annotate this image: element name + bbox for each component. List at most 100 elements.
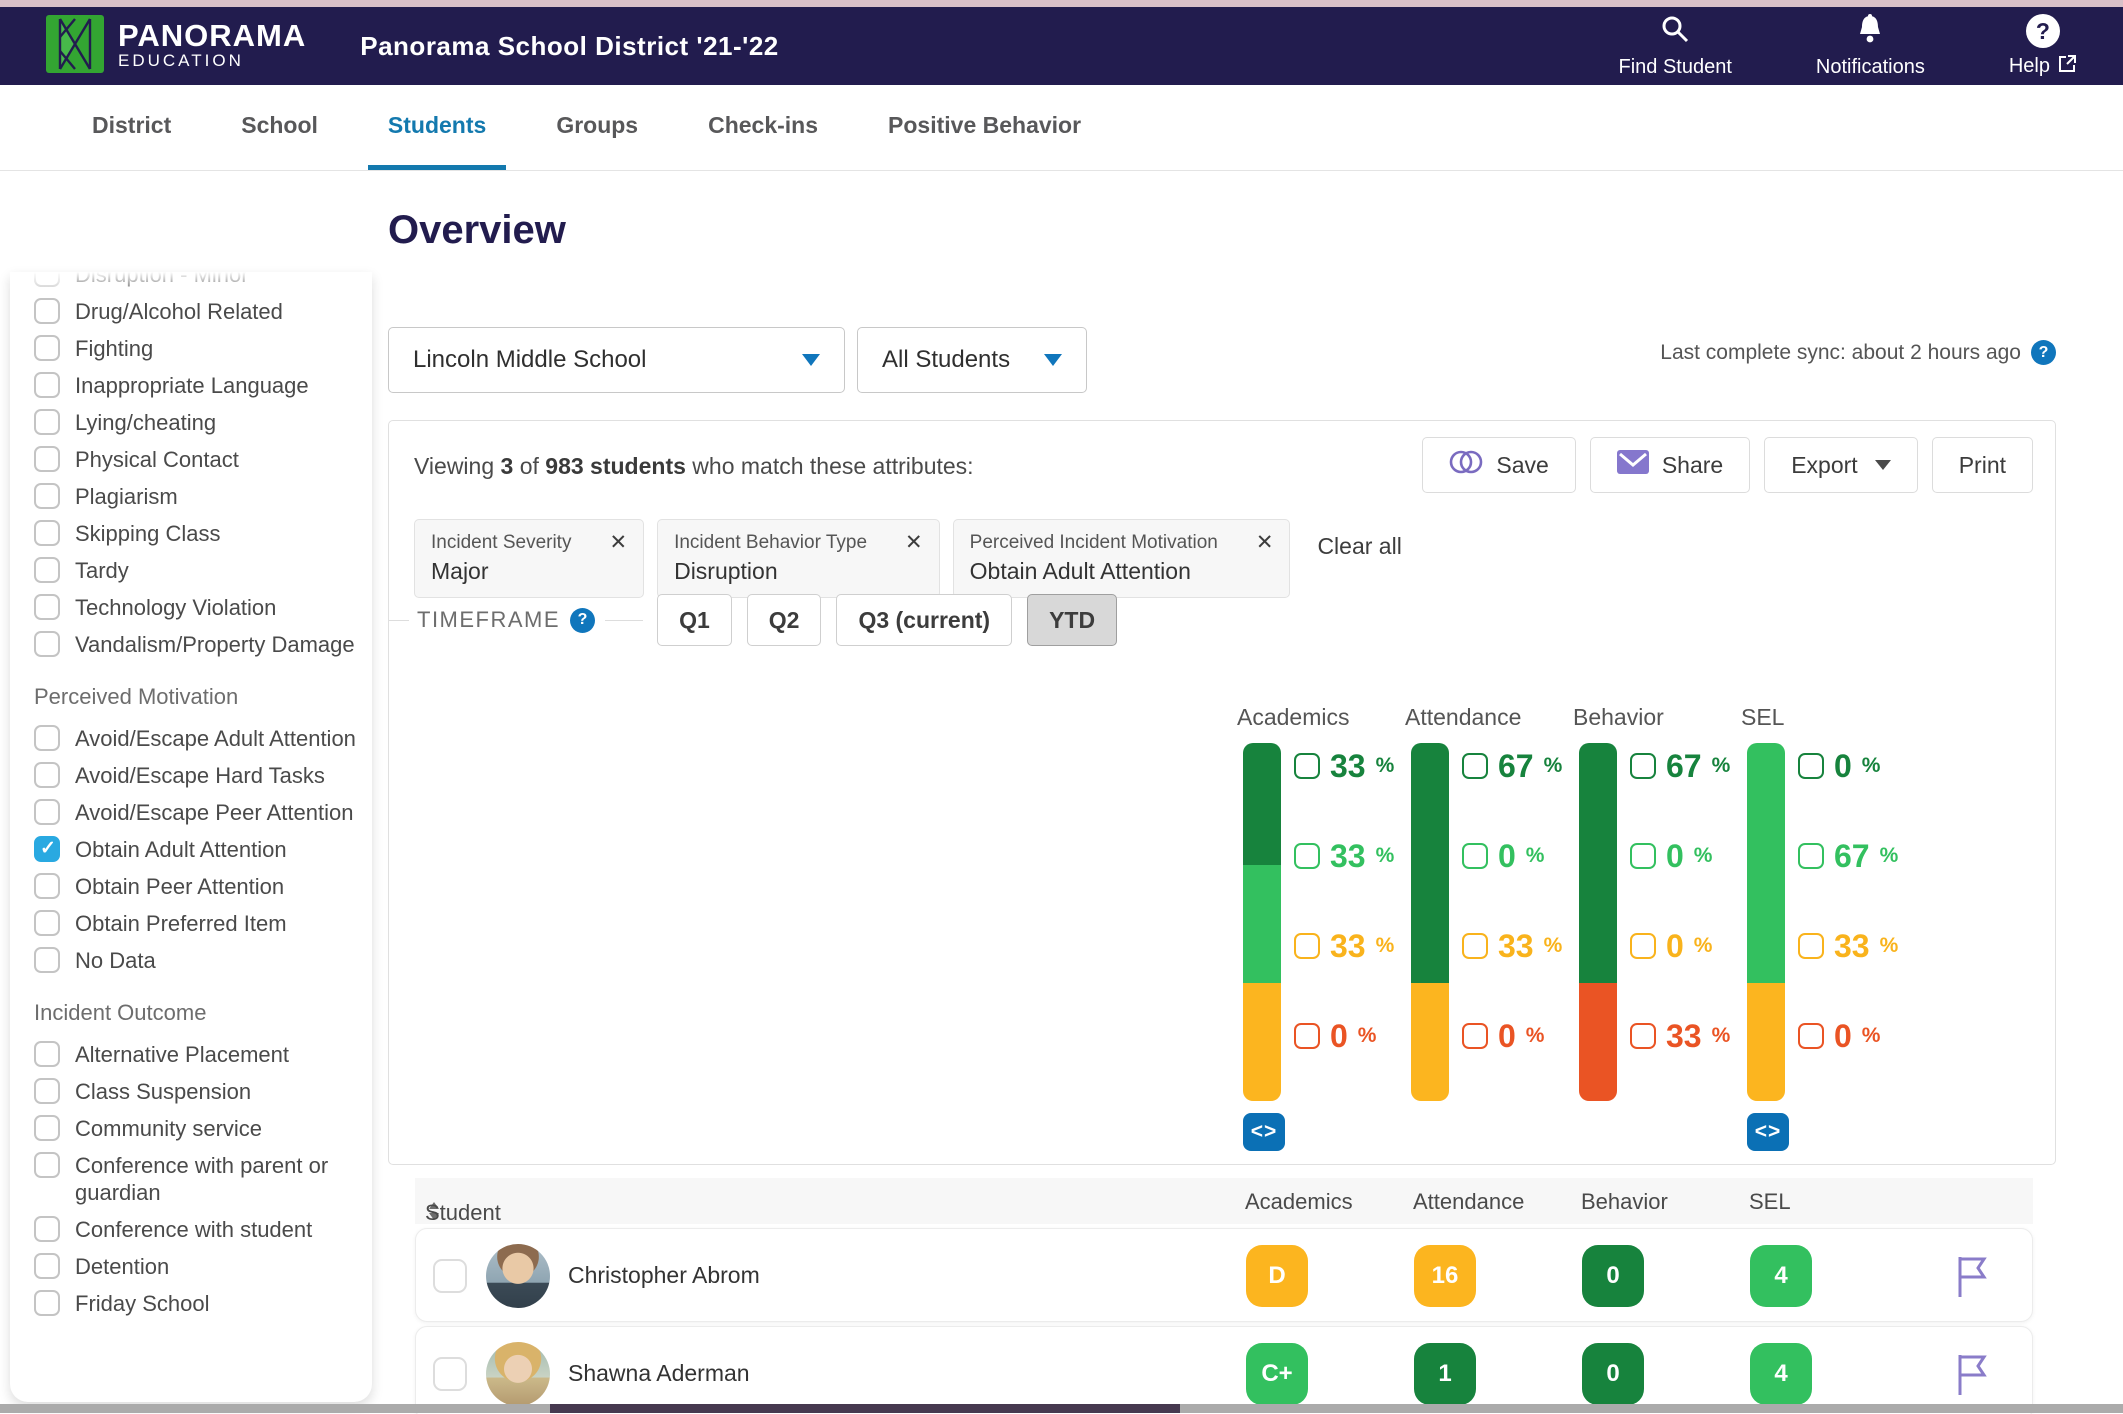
stat-checkbox[interactable] bbox=[1630, 753, 1656, 779]
filter-option-fighting[interactable]: Fighting bbox=[34, 334, 362, 362]
filter-option-inappropriate-language[interactable]: Inappropriate Language bbox=[34, 371, 362, 399]
checkbox[interactable] bbox=[34, 1253, 60, 1279]
clear-all-link[interactable]: Clear all bbox=[1317, 533, 1401, 560]
filter-option-avoid-hard-tasks[interactable]: Avoid/Escape Hard Tasks bbox=[34, 761, 362, 789]
timeframe-q3-button[interactable]: Q3 (current) bbox=[836, 594, 1012, 646]
notifications-button[interactable]: Notifications bbox=[1816, 13, 1925, 79]
tab-positive-behavior[interactable]: Positive Behavior bbox=[868, 85, 1101, 170]
filter-option-vandalism[interactable]: Vandalism/Property Damage bbox=[34, 630, 362, 658]
checkbox[interactable] bbox=[34, 483, 60, 509]
filter-option-detention[interactable]: Detention bbox=[34, 1252, 362, 1280]
checkbox[interactable] bbox=[34, 631, 60, 657]
checkbox[interactable] bbox=[34, 520, 60, 546]
table-row[interactable]: Shawna Aderman C+ 1 0 4 bbox=[415, 1326, 2033, 1414]
remove-chip-icon[interactable]: ✕ bbox=[599, 530, 627, 555]
filter-option-physical-contact[interactable]: Physical Contact bbox=[34, 445, 362, 473]
remove-chip-icon[interactable]: ✕ bbox=[1246, 530, 1274, 555]
checkbox[interactable] bbox=[34, 1216, 60, 1242]
attendance-badge[interactable]: 16 bbox=[1414, 1245, 1476, 1307]
stat-checkbox[interactable] bbox=[1798, 753, 1824, 779]
filter-option-obtain-preferred-item[interactable]: Obtain Preferred Item bbox=[34, 909, 362, 937]
checkbox[interactable] bbox=[34, 298, 60, 324]
horizontal-scrollbar[interactable] bbox=[0, 1404, 2123, 1413]
remove-chip-icon[interactable]: ✕ bbox=[895, 530, 923, 555]
behavior-badge[interactable]: 0 bbox=[1582, 1343, 1644, 1405]
print-button[interactable]: Print bbox=[1932, 437, 2033, 493]
tab-school[interactable]: School bbox=[221, 85, 338, 170]
row-checkbox[interactable] bbox=[433, 1357, 467, 1391]
flag-icon[interactable] bbox=[1956, 1353, 1990, 1402]
checkbox[interactable] bbox=[34, 799, 60, 825]
filter-chip-incident-severity[interactable]: Incident Severity ✕ Major bbox=[414, 519, 644, 598]
checkbox[interactable] bbox=[34, 1041, 60, 1067]
filter-option-skipping-class[interactable]: Skipping Class bbox=[34, 519, 362, 547]
checkbox[interactable] bbox=[34, 446, 60, 472]
timeframe-ytd-button[interactable]: YTD bbox=[1027, 594, 1117, 646]
code-toggle-button[interactable]: <> bbox=[1747, 1113, 1789, 1151]
filter-option-class-suspension[interactable]: Class Suspension bbox=[34, 1077, 362, 1105]
checkbox[interactable] bbox=[34, 557, 60, 583]
filter-option-technology-violation[interactable]: Technology Violation bbox=[34, 593, 362, 621]
stat-checkbox[interactable] bbox=[1462, 843, 1488, 869]
code-toggle-button[interactable]: <> bbox=[1243, 1113, 1285, 1151]
stat-checkbox[interactable] bbox=[1462, 933, 1488, 959]
save-button[interactable]: Save bbox=[1422, 437, 1575, 493]
flag-icon[interactable] bbox=[1956, 1255, 1990, 1304]
stat-checkbox[interactable] bbox=[1798, 933, 1824, 959]
behavior-badge[interactable]: 0 bbox=[1582, 1245, 1644, 1307]
tab-district[interactable]: District bbox=[72, 85, 191, 170]
panorama-logo[interactable]: PANORAMA EDUCATION bbox=[46, 15, 306, 78]
checkbox[interactable] bbox=[34, 594, 60, 620]
tab-students[interactable]: Students bbox=[368, 85, 506, 170]
filter-option-tardy[interactable]: Tardy bbox=[34, 556, 362, 584]
sel-badge[interactable]: 4 bbox=[1750, 1245, 1812, 1307]
tab-groups[interactable]: Groups bbox=[536, 85, 658, 170]
filter-option-obtain-adult-attention[interactable]: Obtain Adult Attention bbox=[34, 835, 362, 863]
checkbox[interactable] bbox=[34, 762, 60, 788]
stat-checkbox[interactable] bbox=[1630, 843, 1656, 869]
table-row[interactable]: Christopher Abrom D 16 0 4 bbox=[415, 1228, 2033, 1322]
checkbox[interactable] bbox=[34, 372, 60, 398]
filter-option-avoid-adult-attention[interactable]: Avoid/Escape Adult Attention bbox=[34, 724, 362, 752]
checkbox-checked[interactable] bbox=[34, 836, 60, 862]
stat-checkbox[interactable] bbox=[1798, 843, 1824, 869]
checkbox[interactable] bbox=[34, 1115, 60, 1141]
school-dropdown[interactable]: Lincoln Middle School bbox=[388, 327, 845, 393]
filter-option-conference-parent[interactable]: Conference with parent or guardian bbox=[34, 1151, 362, 1206]
checkbox[interactable] bbox=[34, 910, 60, 936]
share-button[interactable]: Share bbox=[1590, 437, 1750, 493]
help-button[interactable]: ? Help bbox=[2009, 14, 2077, 79]
scrollbar-thumb[interactable] bbox=[550, 1404, 1180, 1413]
filter-option-obtain-peer-attention[interactable]: Obtain Peer Attention bbox=[34, 872, 362, 900]
stat-checkbox[interactable] bbox=[1462, 1023, 1488, 1049]
sync-help-icon[interactable]: ? bbox=[2031, 340, 2056, 365]
filter-option-alternative-placement[interactable]: Alternative Placement bbox=[34, 1040, 362, 1068]
filter-option-plagiarism[interactable]: Plagiarism bbox=[34, 482, 362, 510]
filter-option-drug-alcohol[interactable]: Drug/Alcohol Related bbox=[34, 297, 362, 325]
checkbox[interactable] bbox=[34, 947, 60, 973]
filter-option-no-data[interactable]: No Data bbox=[34, 946, 362, 974]
filter-chip-incident-behavior-type[interactable]: Incident Behavior Type ✕ Disruption bbox=[657, 519, 940, 598]
checkbox[interactable] bbox=[34, 335, 60, 361]
checkbox[interactable] bbox=[34, 873, 60, 899]
filter-option-community-service[interactable]: Community service bbox=[34, 1114, 362, 1142]
export-button[interactable]: Export bbox=[1764, 437, 1917, 493]
stat-checkbox[interactable] bbox=[1630, 1023, 1656, 1049]
population-dropdown[interactable]: All Students bbox=[857, 327, 1087, 393]
checkbox[interactable] bbox=[34, 1152, 60, 1178]
filter-option-conference-student[interactable]: Conference with student bbox=[34, 1215, 362, 1243]
student-name[interactable]: Shawna Aderman bbox=[568, 1360, 750, 1387]
stat-checkbox[interactable] bbox=[1462, 753, 1488, 779]
filter-chip-perceived-motivation[interactable]: Perceived Incident Motivation ✕ Obtain A… bbox=[953, 519, 1291, 598]
sel-badge[interactable]: 4 bbox=[1750, 1343, 1812, 1405]
timeframe-help-icon[interactable]: ? bbox=[570, 608, 595, 633]
tab-check-ins[interactable]: Check-ins bbox=[688, 85, 838, 170]
stat-checkbox[interactable] bbox=[1294, 753, 1320, 779]
academics-badge[interactable]: D bbox=[1246, 1245, 1308, 1307]
checkbox[interactable] bbox=[34, 1290, 60, 1316]
checkbox[interactable] bbox=[34, 409, 60, 435]
find-student-button[interactable]: Find Student bbox=[1619, 13, 1732, 79]
timeframe-q2-button[interactable]: Q2 bbox=[747, 594, 822, 646]
stat-checkbox[interactable] bbox=[1294, 933, 1320, 959]
stat-checkbox[interactable] bbox=[1798, 1023, 1824, 1049]
